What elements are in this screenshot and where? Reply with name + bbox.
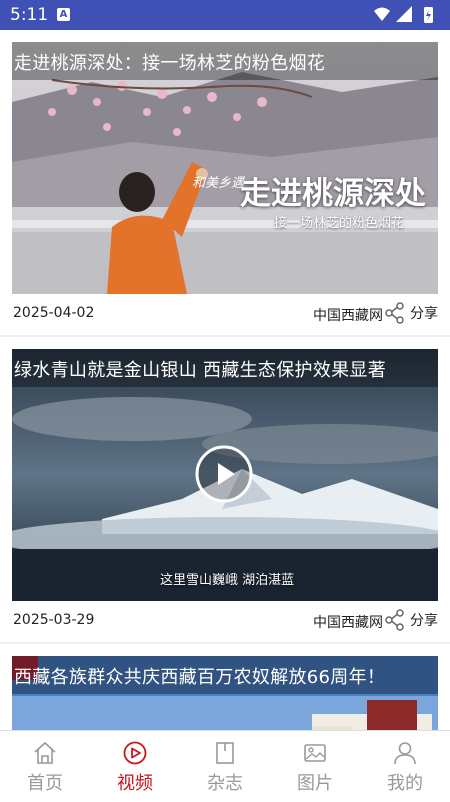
publish-date: 2025-04-02 xyxy=(13,305,95,321)
source-name: 中国西藏网 xyxy=(313,615,383,631)
app-notification-icon: A xyxy=(57,8,70,21)
share-button[interactable]: 分享 xyxy=(384,301,438,325)
share-label: 分享 xyxy=(410,613,438,629)
overlay-subtitle-text: 接一场林芝的粉色烟花 xyxy=(274,216,405,231)
video-title[interactable]: 走进桃源深处：接一场林芝的粉色烟花 xyxy=(14,49,325,75)
video-play-icon xyxy=(123,741,147,765)
nav-item-me[interactable]: 我的 xyxy=(360,731,450,802)
nav-label: 杂志 xyxy=(207,773,243,794)
video-thumbnail[interactable]: 和美乡遇 走进桃源深处 接一场林芝的粉色烟花 走进桃源深处：接一场林芝的粉色烟花 xyxy=(12,42,438,294)
video-thumbnail[interactable]: 这里雪山巍峨 湖泊湛蓝 绿水青山就是金山银山 西藏生态保护效果显著 xyxy=(12,349,438,601)
status-bar: 5:11 A xyxy=(0,0,450,30)
status-time: 5:11 xyxy=(10,5,49,25)
image-icon xyxy=(304,744,326,762)
video-title[interactable]: 西藏各族群众共庆西藏百万农奴解放66周年！ xyxy=(14,663,385,689)
nav-item-magazine[interactable]: 杂志 xyxy=(180,731,270,802)
bottom-navigation: 首页 视频 杂志 图片 我的 xyxy=(0,730,450,802)
overlay-title-text: 走进桃源深处 xyxy=(240,176,426,212)
nav-label: 首页 xyxy=(27,773,63,794)
share-button[interactable]: 分享 xyxy=(384,608,438,632)
overlay-brand-text: 和美乡遇 xyxy=(192,176,245,191)
nav-label: 我的 xyxy=(387,773,423,794)
home-icon xyxy=(34,741,56,764)
video-title[interactable]: 绿水青山就是金山银山 西藏生态保护效果显著 xyxy=(14,356,386,382)
share-icon xyxy=(385,609,404,631)
magazine-icon xyxy=(216,742,234,764)
source-name: 中国西藏网 xyxy=(313,308,383,324)
video-thumbnail[interactable]: 西藏各族群众共庆西藏百万农奴解放66周年！ xyxy=(12,656,438,730)
user-icon xyxy=(394,742,416,765)
system-icons xyxy=(374,6,433,23)
title-overlay: 西藏各族群众共庆西藏百万农奴解放66周年！ xyxy=(12,656,438,694)
title-overlay: 走进桃源深处：接一场林芝的粉色烟花 xyxy=(12,42,438,80)
signal-icon xyxy=(396,6,412,22)
title-overlay: 绿水青山就是金山银山 西藏生态保护效果显著 xyxy=(12,349,438,387)
video-feed[interactable]: 和美乡遇 走进桃源深处 接一场林芝的粉色烟花 走进桃源深处：接一场林芝的粉色烟花… xyxy=(0,30,450,730)
nav-item-images[interactable]: 图片 xyxy=(270,731,360,802)
nav-label: 图片 xyxy=(297,773,333,794)
nav-item-video[interactable]: 视频 xyxy=(90,731,180,802)
play-icon[interactable] xyxy=(195,445,253,503)
video-card[interactable]: 和美乡遇 走进桃源深处 接一场林芝的粉色烟花 走进桃源深处：接一场林芝的粉色烟花… xyxy=(0,30,450,335)
wifi-icon xyxy=(374,7,390,21)
share-icon xyxy=(385,302,404,324)
video-card[interactable]: 这里雪山巍峨 湖泊湛蓝 绿水青山就是金山银山 西藏生态保护效果显著 2025-0… xyxy=(0,337,450,642)
publish-date: 2025-03-29 xyxy=(13,612,95,628)
share-label: 分享 xyxy=(410,306,438,322)
nav-item-home[interactable]: 首页 xyxy=(0,731,90,802)
video-caption: 这里雪山巍峨 湖泊湛蓝 xyxy=(160,573,295,588)
nav-label: 视频 xyxy=(117,773,153,794)
video-card[interactable]: 西藏各族群众共庆西藏百万农奴解放66周年！ xyxy=(0,644,450,730)
